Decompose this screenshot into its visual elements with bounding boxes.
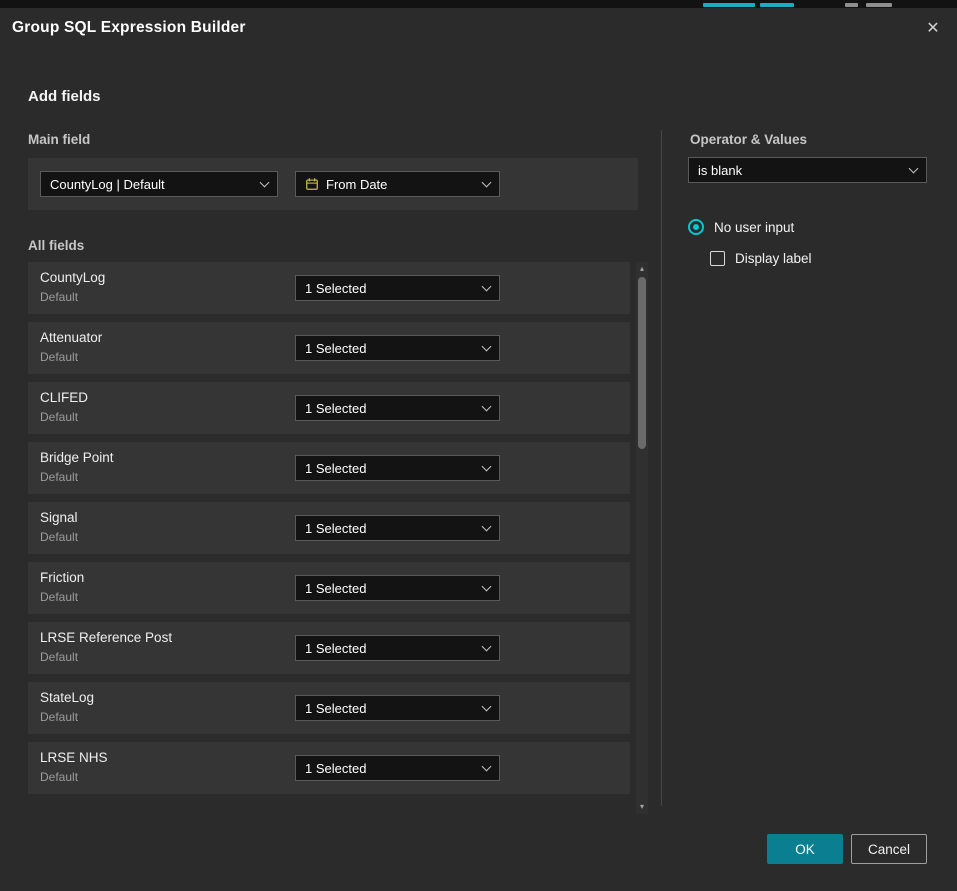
add-fields-heading: Add fields — [28, 88, 101, 105]
field-selection-value: 1 Selected — [305, 701, 475, 716]
field-variant: Default — [40, 710, 78, 724]
field-selection-value: 1 Selected — [305, 761, 475, 776]
chevron-down-icon — [482, 521, 492, 531]
field-selection-value: 1 Selected — [305, 341, 475, 356]
main-field-source-value: CountyLog | Default — [50, 177, 253, 192]
group-sql-expression-builder-dialog: Group SQL Expression Builder ✕ Add field… — [0, 8, 957, 891]
field-name: Bridge Point — [40, 450, 114, 465]
chevron-down-icon — [482, 341, 492, 351]
background-link-remnant — [760, 3, 794, 7]
field-name: LRSE Reference Post — [40, 630, 172, 645]
calendar-icon — [305, 177, 319, 191]
field-row: Friction Default 1 Selected — [28, 562, 630, 614]
field-name: Friction — [40, 570, 84, 585]
vertical-scrollbar[interactable]: ▴ ▾ — [636, 262, 648, 814]
field-selection-value: 1 Selected — [305, 281, 475, 296]
display-label-checkbox[interactable]: Display label — [710, 251, 812, 266]
field-selection-dropdown[interactable]: 1 Selected — [295, 455, 500, 481]
background-app-strip — [0, 0, 957, 8]
scrollbar-thumb[interactable] — [638, 277, 646, 449]
no-user-input-radio[interactable]: No user input — [688, 219, 794, 235]
field-name: StateLog — [40, 690, 94, 705]
field-variant: Default — [40, 770, 78, 784]
radio-selected-icon[interactable] — [688, 219, 704, 235]
field-selection-dropdown[interactable]: 1 Selected — [295, 695, 500, 721]
field-variant: Default — [40, 470, 78, 484]
field-name: CountyLog — [40, 270, 105, 285]
field-selection-value: 1 Selected — [305, 401, 475, 416]
field-selection-dropdown[interactable]: 1 Selected — [295, 575, 500, 601]
checkbox-unchecked-icon[interactable] — [710, 251, 725, 266]
ok-button[interactable]: OK — [767, 834, 843, 864]
display-label-text: Display label — [735, 251, 812, 266]
operator-dropdown[interactable]: is blank — [688, 157, 927, 183]
close-icon[interactable]: ✕ — [921, 17, 945, 41]
scroll-up-icon[interactable]: ▴ — [636, 263, 648, 275]
field-row: Attenuator Default 1 Selected — [28, 322, 630, 374]
field-row: LRSE NHS Default 1 Selected — [28, 742, 630, 794]
field-name: LRSE NHS — [40, 750, 108, 765]
field-variant: Default — [40, 650, 78, 664]
field-name: Signal — [40, 510, 78, 525]
field-selection-value: 1 Selected — [305, 641, 475, 656]
field-variant: Default — [40, 530, 78, 544]
operator-value: is blank — [698, 163, 902, 178]
no-user-input-label: No user input — [714, 220, 794, 235]
field-name: Attenuator — [40, 330, 102, 345]
chevron-down-icon — [482, 641, 492, 651]
main-field-field-dropdown[interactable]: From Date — [295, 171, 500, 197]
field-selection-dropdown[interactable]: 1 Selected — [295, 275, 500, 301]
main-field-label: Main field — [28, 132, 90, 147]
field-row: StateLog Default 1 Selected — [28, 682, 630, 734]
main-field-field-value: From Date — [326, 177, 475, 192]
chevron-down-icon — [482, 281, 492, 291]
operator-values-heading: Operator & Values — [690, 132, 807, 147]
main-field-row: CountyLog | Default From Date — [28, 158, 638, 210]
chevron-down-icon — [482, 701, 492, 711]
field-selection-dropdown[interactable]: 1 Selected — [295, 515, 500, 541]
dialog-title: Group SQL Expression Builder — [12, 8, 246, 48]
field-selection-value: 1 Selected — [305, 461, 475, 476]
field-variant: Default — [40, 410, 78, 424]
panel-divider — [661, 130, 662, 806]
scroll-down-icon[interactable]: ▾ — [636, 801, 648, 813]
field-selection-dropdown[interactable]: 1 Selected — [295, 635, 500, 661]
chevron-down-icon — [482, 761, 492, 771]
background-icon-remnant — [845, 3, 858, 7]
chevron-down-icon — [909, 163, 919, 173]
field-row: CountyLog Default 1 Selected — [28, 262, 630, 314]
field-row: LRSE Reference Post Default 1 Selected — [28, 622, 630, 674]
field-row: CLIFED Default 1 Selected — [28, 382, 630, 434]
field-selection-value: 1 Selected — [305, 521, 475, 536]
field-variant: Default — [40, 290, 78, 304]
field-selection-dropdown[interactable]: 1 Selected — [295, 395, 500, 421]
field-name: CLIFED — [40, 390, 88, 405]
field-row: Bridge Point Default 1 Selected — [28, 442, 630, 494]
main-field-source-dropdown[interactable]: CountyLog | Default — [40, 171, 278, 197]
cancel-button[interactable]: Cancel — [851, 834, 927, 864]
all-fields-list: CountyLog Default 1 Selected Attenuator … — [28, 262, 630, 802]
field-row: Signal Default 1 Selected — [28, 502, 630, 554]
chevron-down-icon — [482, 581, 492, 591]
chevron-down-icon — [482, 177, 492, 187]
chevron-down-icon — [260, 177, 270, 187]
background-icon-remnant — [866, 3, 892, 7]
field-variant: Default — [40, 590, 78, 604]
field-selection-value: 1 Selected — [305, 581, 475, 596]
field-variant: Default — [40, 350, 78, 364]
all-fields-label: All fields — [28, 238, 84, 253]
field-selection-dropdown[interactable]: 1 Selected — [295, 335, 500, 361]
chevron-down-icon — [482, 401, 492, 411]
background-link-remnant — [703, 3, 755, 7]
chevron-down-icon — [482, 461, 492, 471]
field-selection-dropdown[interactable]: 1 Selected — [295, 755, 500, 781]
